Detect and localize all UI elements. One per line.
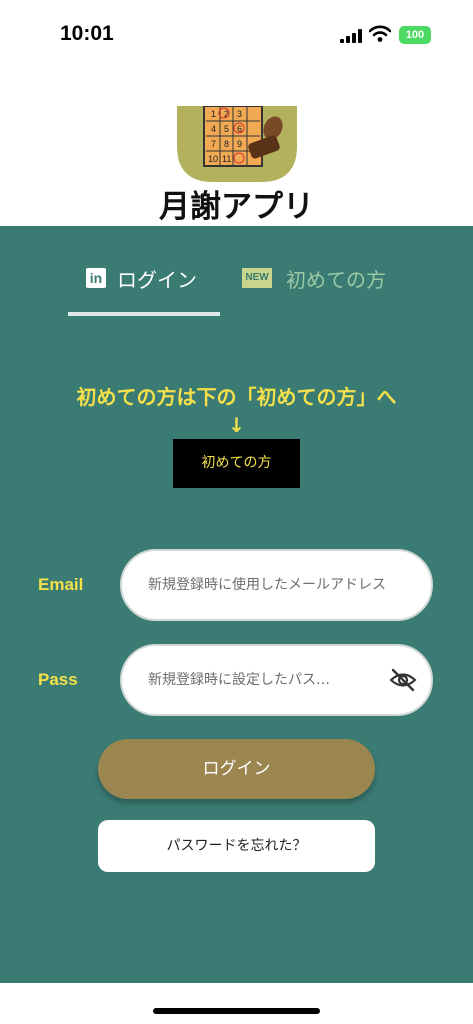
svg-text:9: 9 [237, 139, 242, 149]
password-field[interactable] [148, 646, 388, 714]
new-badge-icon: NEW [242, 268, 272, 288]
eye-off-icon[interactable] [389, 668, 417, 692]
signal-icon [340, 29, 362, 43]
tab-login-label: ログイン [117, 267, 197, 292]
tab-active-indicator [68, 312, 220, 316]
app-header: 123 456 789 10 11 月謝アプリ [0, 70, 473, 226]
down-arrow-icon: ↓ [228, 413, 245, 437]
linkedin-icon: in [86, 268, 106, 288]
app-title: 月謝アプリ [159, 189, 314, 225]
pass-label: Pass [38, 670, 78, 689]
svg-text:10: 10 [208, 154, 218, 164]
status-bar: 10:01 100 [0, 0, 473, 70]
main-panel: in ログイン NEW 初めての方 初めての方は下の「初めての方」へ ↓ 初めて… [0, 226, 473, 983]
svg-text:4: 4 [211, 124, 216, 134]
svg-text:5: 5 [224, 124, 229, 134]
home-indicator[interactable] [153, 1008, 320, 1014]
svg-text:7: 7 [211, 139, 216, 149]
email-field[interactable] [148, 551, 388, 619]
svg-text:8: 8 [224, 139, 229, 149]
login-button[interactable]: ログイン [98, 739, 375, 799]
password-field-container [120, 644, 433, 716]
svg-text:1: 1 [211, 109, 216, 119]
email-field-container [120, 549, 433, 621]
tab-first-time[interactable]: NEW 初めての方 [242, 262, 386, 294]
forgot-password-button[interactable]: パスワードを忘れた？ [98, 820, 375, 872]
app-logo-icon: 123 456 789 10 11 [177, 106, 297, 182]
tab-first-time-label: 初めての方 [286, 267, 386, 292]
first-time-button[interactable]: 初めての方 [173, 439, 300, 488]
svg-text:3: 3 [237, 109, 242, 119]
wifi-icon [369, 25, 391, 42]
home-area [0, 983, 473, 1024]
status-time: 10:01 [60, 22, 114, 45]
battery-icon: 100 [399, 26, 431, 44]
svg-text:11: 11 [222, 154, 231, 164]
first-time-notice: 初めての方は下の「初めての方」へ [76, 385, 397, 409]
email-label: Email [38, 575, 84, 594]
tab-login[interactable]: in ログイン [86, 262, 197, 294]
